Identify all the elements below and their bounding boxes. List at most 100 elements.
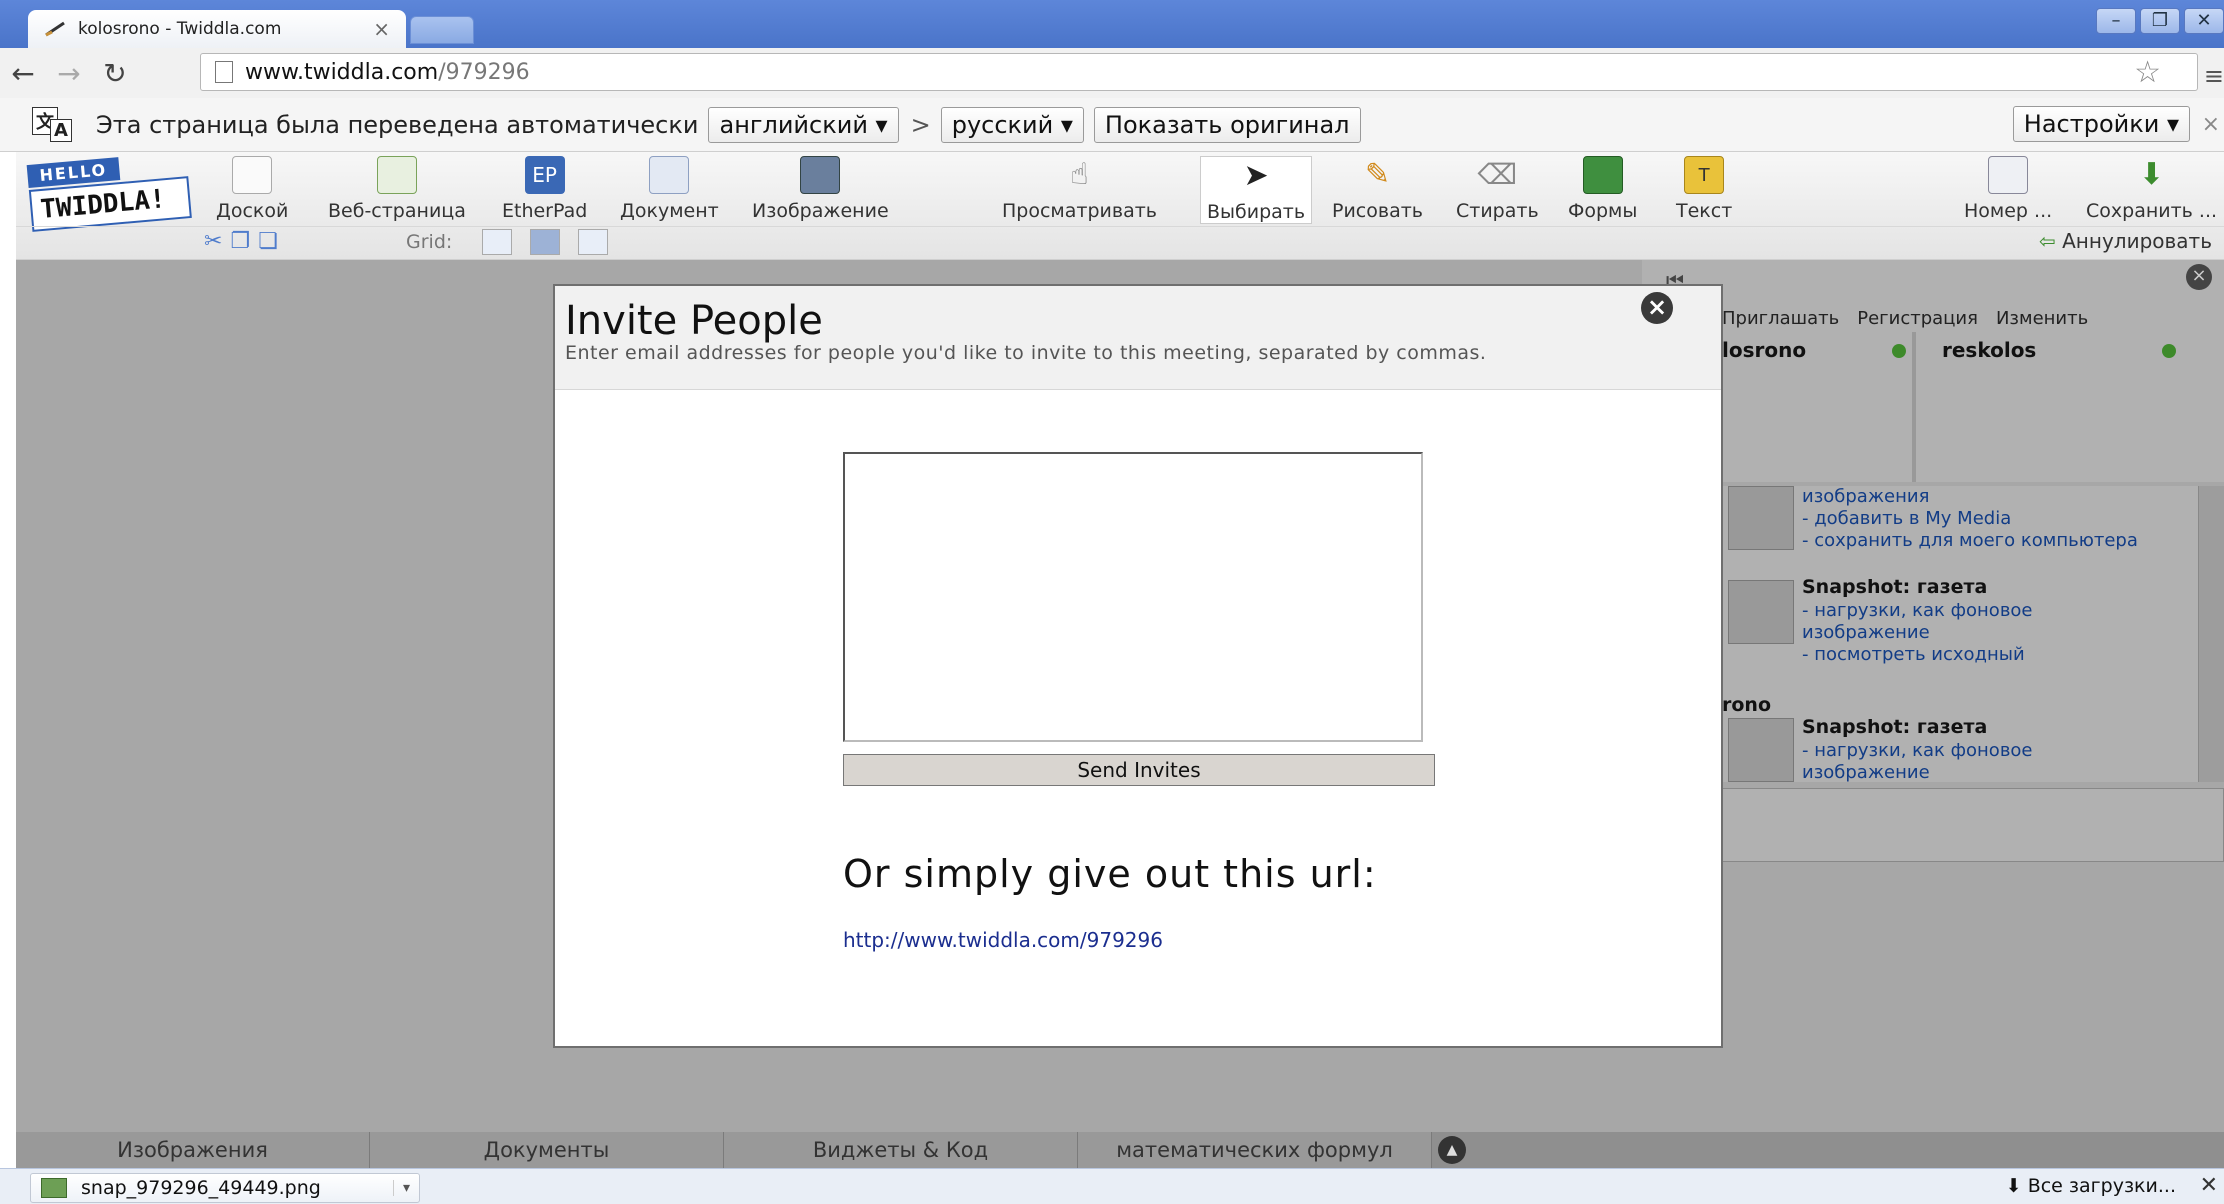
whiteboard-icon bbox=[232, 156, 273, 194]
tool-webpage[interactable]: Веб-страница bbox=[328, 156, 466, 222]
expand-tabs-button[interactable]: ▲ bbox=[1432, 1132, 1472, 1168]
snapshot-link[interactable]: - нагрузки, как фоновое bbox=[1802, 740, 2033, 761]
tool-label: EtherPad bbox=[502, 200, 588, 222]
chat-input-box[interactable] bbox=[1720, 788, 2224, 862]
snapshot-link[interactable]: изображение bbox=[1802, 622, 1930, 643]
tool-strip: Доской Веб-страница EP EtherPad Документ… bbox=[16, 156, 2224, 226]
panel-close-icon[interactable]: × bbox=[2186, 264, 2212, 290]
snapshot-thumbnail[interactable] bbox=[1728, 718, 1794, 782]
new-tab-button[interactable] bbox=[410, 16, 474, 44]
snapshot-link[interactable]: изображения bbox=[1802, 486, 1929, 507]
right-panel-header: ⏮ × Приглашать Регистрация Изменить bbox=[1642, 260, 2224, 332]
window-controls: – ❐ ✕ bbox=[2096, 8, 2224, 34]
tool-label: Доской bbox=[216, 200, 289, 222]
tool-label: Рисовать bbox=[1332, 200, 1423, 222]
send-invites-button[interactable]: Send Invites bbox=[843, 754, 1435, 786]
language-arrow: > bbox=[910, 110, 931, 139]
close-window-button[interactable]: ✕ bbox=[2184, 8, 2224, 34]
hand-icon: ☝ bbox=[1070, 157, 1089, 192]
document-icon bbox=[649, 156, 690, 194]
undo-arrow-icon: ⇦ bbox=[2039, 229, 2063, 253]
undo-button[interactable]: ⇦ Аннулировать bbox=[2039, 229, 2212, 253]
grid-fill-option[interactable] bbox=[530, 229, 560, 255]
tool-etherpad[interactable]: EP EtherPad bbox=[502, 156, 587, 222]
minimize-button[interactable]: – bbox=[2096, 8, 2136, 34]
twiddla-toolbar: HELLO TWIDDLA! Доской Веб-страница EP Et… bbox=[16, 152, 2224, 260]
downloads-shelf: snap_979296_49449.png ▾ ⬇ Все загрузки..… bbox=[0, 1168, 2224, 1204]
share-url-heading: Or simply give out this url: bbox=[843, 852, 1377, 896]
snapshot-link[interactable]: - нагрузки, как фоновое bbox=[1802, 600, 2033, 621]
translate-icon: 文A bbox=[32, 106, 84, 143]
text-bubble-icon: T bbox=[1684, 156, 1725, 194]
translate-bar: 文A Эта страница была переведена автомати… bbox=[0, 98, 2224, 152]
download-filename: snap_979296_49449.png bbox=[81, 1177, 321, 1199]
reload-icon[interactable]: ↻ bbox=[92, 57, 138, 90]
snapshot-link[interactable]: - сохранить для моего компьютера bbox=[1802, 530, 2138, 551]
target-language-select[interactable]: русский ▾ bbox=[940, 106, 1084, 143]
email-addresses-input[interactable] bbox=[843, 452, 1423, 742]
all-downloads-label: Все загрузки... bbox=[2027, 1175, 2176, 1197]
tab-title: kolosrono - Twiddla.com bbox=[78, 19, 282, 39]
tool-text[interactable]: T Текст bbox=[1676, 156, 1732, 222]
invite-action[interactable]: Приглашать bbox=[1722, 308, 1839, 329]
browser-titlebar: kolosrono - Twiddla.com × – ❐ ✕ bbox=[0, 0, 2224, 48]
bookmark-star-icon[interactable]: ☆ bbox=[2134, 55, 2161, 90]
snapshot-scrollbar[interactable] bbox=[2198, 486, 2224, 782]
clipboard-icons[interactable]: ✂❐❏ bbox=[204, 229, 286, 254]
bottom-tabs: Изображения Документы Виджеты & Код мате… bbox=[16, 1132, 2224, 1168]
dialog-title: Invite People bbox=[565, 298, 823, 344]
show-original-button[interactable]: Показать оригинал bbox=[1093, 106, 1361, 143]
chevron-down-icon[interactable]: ▾ bbox=[393, 1180, 419, 1196]
snapshot-title: Snapshot: газета bbox=[1802, 716, 1988, 738]
grid-none-option[interactable] bbox=[482, 229, 512, 255]
tool-shapes[interactable]: Формы bbox=[1568, 156, 1637, 222]
chevron-up-icon: ▲ bbox=[1438, 1136, 1466, 1164]
tab-math-formulas[interactable]: математических формул bbox=[1078, 1132, 1432, 1168]
translate-message: Эта страница была переведена автоматичес… bbox=[96, 110, 699, 139]
tool-save[interactable]: ⬇ Сохранить ... bbox=[2086, 156, 2217, 222]
shapes-icon bbox=[1582, 156, 1623, 194]
download-item[interactable]: snap_979296_49449.png ▾ bbox=[30, 1173, 420, 1203]
tool-number[interactable]: Номер ... bbox=[1964, 156, 2052, 222]
undo-label: Аннулировать bbox=[2062, 229, 2212, 253]
register-action[interactable]: Регистрация bbox=[1857, 308, 1978, 329]
translate-close-icon[interactable]: × bbox=[2202, 112, 2220, 137]
tool-browse[interactable]: ☝ Просматривать bbox=[1002, 156, 1157, 222]
tool-label: Номер ... bbox=[1964, 200, 2053, 222]
translate-settings-button[interactable]: Настройки ▾ bbox=[2012, 106, 2190, 142]
edit-action[interactable]: Изменить bbox=[1996, 308, 2088, 329]
close-icon[interactable]: × bbox=[1641, 292, 1673, 324]
tab-documents[interactable]: Документы bbox=[370, 1132, 724, 1168]
user-divider bbox=[1912, 332, 1916, 482]
address-bar[interactable]: www.twiddla.com/979296 ☆ bbox=[200, 53, 2198, 91]
online-status-icon bbox=[2162, 344, 2176, 358]
tool-select[interactable]: ➤ Выбирать bbox=[1200, 156, 1313, 224]
snapshot-thumbnail[interactable] bbox=[1728, 580, 1794, 644]
tool-draw[interactable]: ✎ Рисовать bbox=[1332, 156, 1423, 222]
tool-image[interactable]: Изображение bbox=[752, 156, 889, 222]
source-language-select[interactable]: английский ▾ bbox=[708, 106, 899, 143]
downloads-close-icon[interactable]: ✕ bbox=[2200, 1173, 2218, 1198]
download-icon: ⬇ bbox=[2138, 157, 2165, 192]
restore-button[interactable]: ❐ bbox=[2140, 8, 2180, 34]
pointer-icon: ➤ bbox=[1243, 158, 1269, 193]
tool-erase[interactable]: ⌫ Стирать bbox=[1456, 156, 1539, 222]
forward-arrow-icon[interactable]: → bbox=[46, 57, 92, 90]
tool-label: Сохранить ... bbox=[2086, 200, 2218, 222]
tab-widgets[interactable]: Виджеты & Код bbox=[724, 1132, 1078, 1168]
tab-close-icon[interactable]: × bbox=[373, 17, 390, 41]
all-downloads-link[interactable]: ⬇ Все загрузки... bbox=[2006, 1175, 2176, 1197]
back-arrow-icon[interactable]: ← bbox=[0, 57, 46, 90]
tab-images[interactable]: Изображения bbox=[16, 1132, 370, 1168]
snapshot-link[interactable]: изображение bbox=[1802, 762, 1930, 783]
browser-menu-icon[interactable]: ≡ bbox=[2204, 62, 2224, 90]
snapshot-link[interactable]: - добавить в My Media bbox=[1802, 508, 2011, 529]
snapshot-thumbnail[interactable] bbox=[1728, 486, 1794, 550]
snapshot-link[interactable]: - посмотреть исходный bbox=[1802, 644, 2025, 665]
browser-tab-active[interactable]: kolosrono - Twiddla.com × bbox=[28, 10, 406, 48]
share-url-link[interactable]: http://www.twiddla.com/979296 bbox=[843, 928, 1163, 952]
grid-lines-option[interactable] bbox=[578, 229, 608, 255]
tool-whiteboard[interactable]: Доской bbox=[216, 156, 288, 222]
tool-document[interactable]: Документ bbox=[620, 156, 719, 222]
id-card-icon bbox=[1988, 156, 2029, 194]
